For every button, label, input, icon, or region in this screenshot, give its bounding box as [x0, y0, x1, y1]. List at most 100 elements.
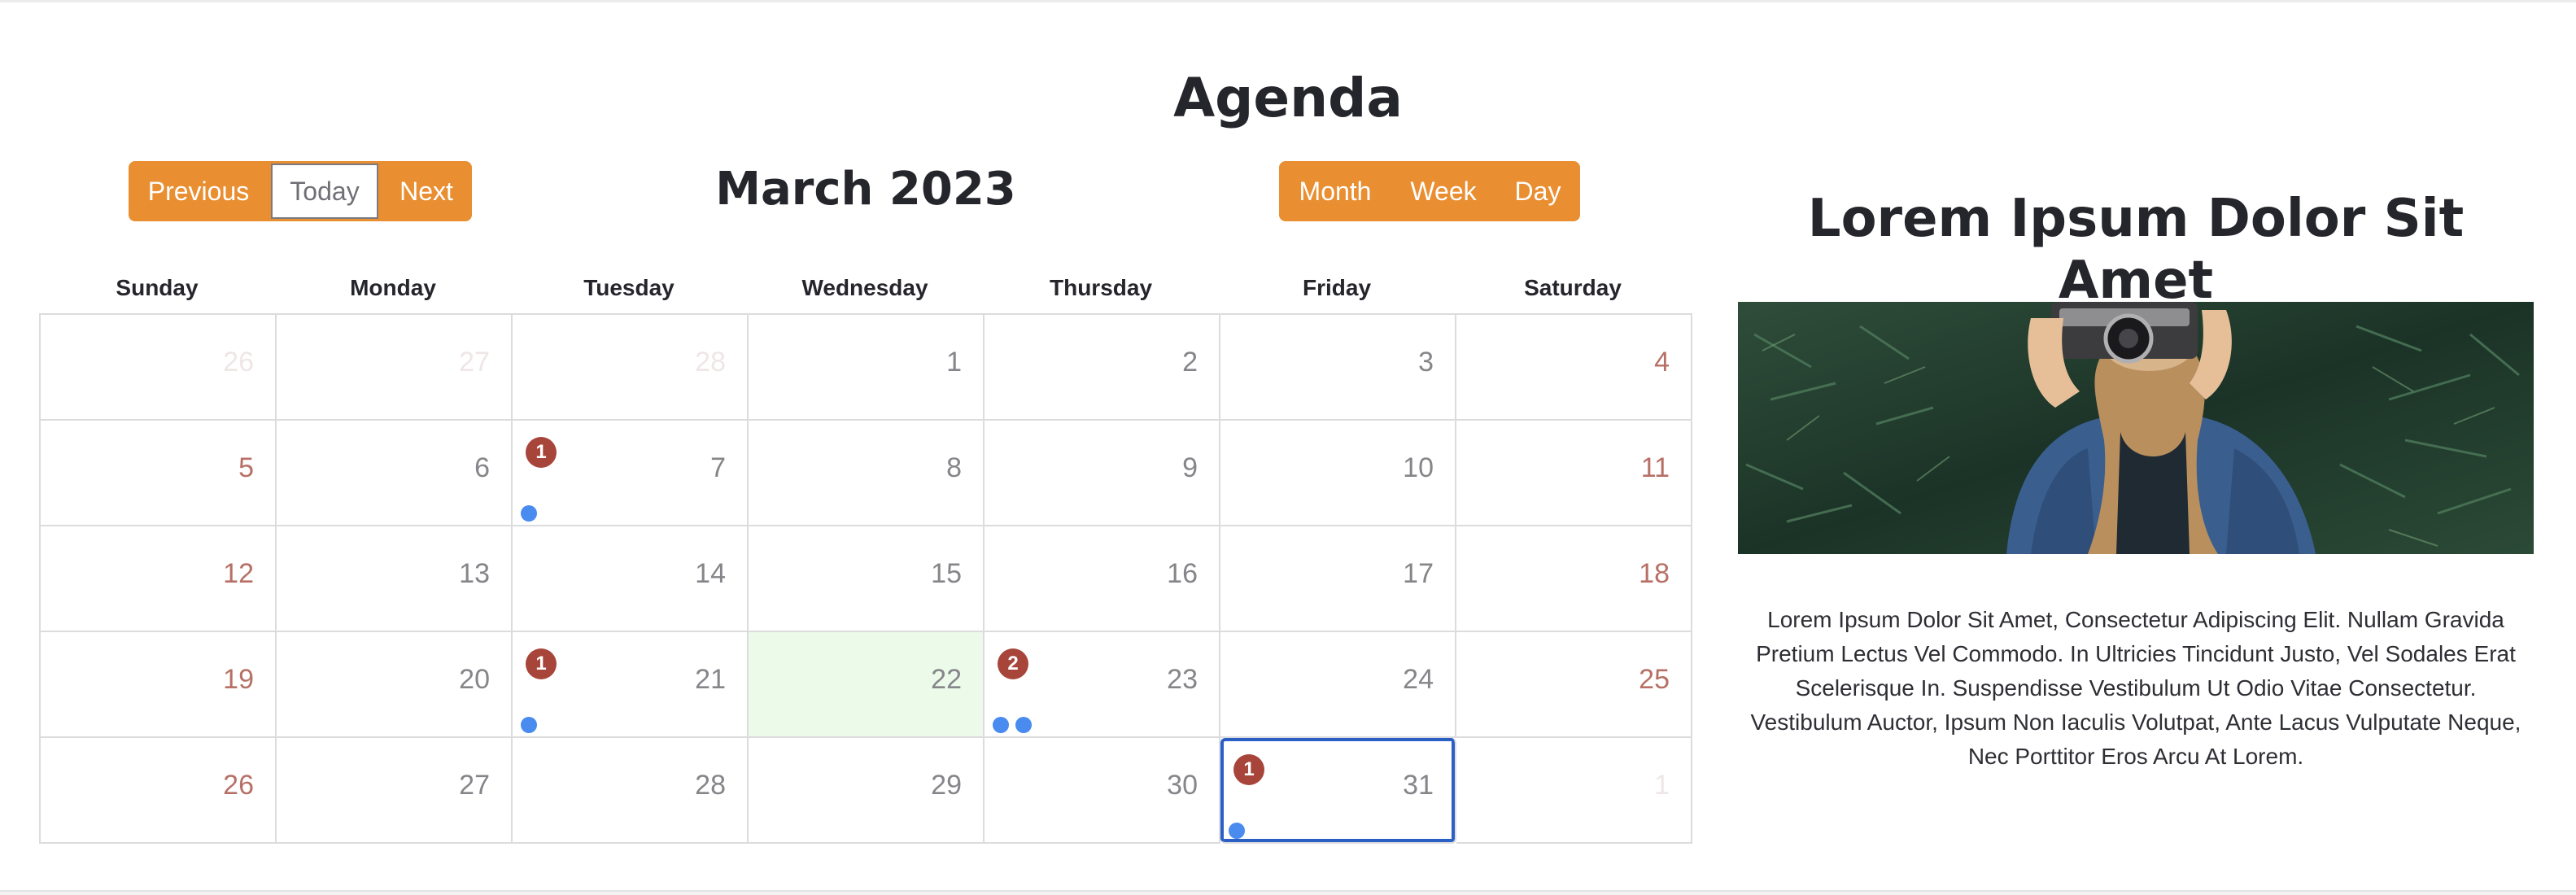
- month-title: March 2023: [715, 163, 1016, 216]
- day-number: 19: [223, 664, 254, 695]
- day-number: 6: [474, 452, 490, 483]
- day-number: 28: [695, 770, 726, 801]
- week-view-button[interactable]: Week: [1391, 161, 1495, 221]
- day-number: 18: [1639, 558, 1670, 589]
- event-count-badge[interactable]: 1: [526, 437, 557, 468]
- weekday-header-sunday: Sunday: [116, 275, 199, 300]
- day-cell[interactable]: 71: [513, 421, 749, 526]
- photo-illustration: [1738, 302, 2534, 554]
- day-cell[interactable]: 8: [749, 421, 985, 526]
- day-cell[interactable]: 23 2: [985, 632, 1220, 738]
- day-cell[interactable]: 26: [41, 738, 277, 844]
- weekday-header-saturday: Saturday: [1524, 275, 1622, 300]
- day-cell[interactable]: 18: [1456, 526, 1692, 632]
- day-cell[interactable]: 11: [1456, 421, 1692, 526]
- day-view-button[interactable]: Day: [1495, 161, 1580, 221]
- next-button[interactable]: Next: [381, 161, 472, 221]
- day-cell[interactable]: 27: [277, 738, 513, 844]
- page-title: Agenda: [0, 66, 2576, 131]
- day-number: 8: [946, 452, 962, 483]
- event-count-badge[interactable]: 1: [526, 648, 557, 679]
- event-dot[interactable]: [521, 505, 537, 522]
- event-dots: [521, 717, 537, 733]
- weekday-header-thursday: Thursday: [1049, 275, 1153, 300]
- day-number: 1: [946, 347, 962, 378]
- month-view-button[interactable]: Month: [1279, 161, 1391, 221]
- day-number: 14: [695, 558, 726, 589]
- navigation-button-group: Previous Today Next: [129, 161, 472, 221]
- day-cell[interactable]: 9: [985, 421, 1220, 526]
- day-cell[interactable]: 13: [277, 526, 513, 632]
- event-count-badge[interactable]: 1: [1233, 754, 1264, 785]
- day-number: 20: [459, 664, 490, 695]
- day-number: 10: [1403, 452, 1434, 483]
- event-dots: [521, 505, 537, 522]
- sidebar-title: Lorem Ipsum Dolor Sit Amet: [1807, 189, 2465, 311]
- day-number: 22: [931, 664, 962, 695]
- day-cell[interactable]: 4: [1456, 315, 1692, 421]
- day-cell[interactable]: 3: [1220, 315, 1456, 421]
- day-number: 21: [695, 664, 726, 695]
- day-number: 29: [931, 770, 962, 801]
- page-frame: Agenda Previous Today Next March 2023 Mo…: [0, 0, 2576, 892]
- day-cell[interactable]: 22: [749, 632, 985, 738]
- weekday-header-monday: Monday: [350, 275, 436, 300]
- day-cell[interactable]: 29: [749, 738, 985, 844]
- day-number: 1: [1654, 770, 1670, 801]
- day-number: 5: [238, 452, 254, 483]
- sidebar-paragraph: Lorem Ipsum Dolor Sit Amet, Consectetur …: [1750, 607, 2521, 769]
- day-cell[interactable]: 6: [277, 421, 513, 526]
- day-cell[interactable]: 25: [1456, 632, 1692, 738]
- day-cell[interactable]: 14: [513, 526, 749, 632]
- day-cell[interactable]: 19: [41, 632, 277, 738]
- day-cell[interactable]: 2: [985, 315, 1220, 421]
- event-dot[interactable]: [1015, 717, 1032, 733]
- event-dots: [1229, 823, 1245, 839]
- day-number: 26: [223, 347, 254, 378]
- weekday-header-friday: Friday: [1302, 275, 1372, 300]
- day-cell[interactable]: 16: [985, 526, 1220, 632]
- day-cell[interactable]: 28: [513, 315, 749, 421]
- day-cell[interactable]: 17: [1220, 526, 1456, 632]
- day-cell[interactable]: 30: [985, 738, 1220, 844]
- day-cell[interactable]: 10: [1220, 421, 1456, 526]
- day-number: 24: [1403, 664, 1434, 695]
- day-number: 11: [1640, 452, 1670, 483]
- day-cell[interactable]: 27: [277, 315, 513, 421]
- weekday-header-row: Sunday Monday Tuesday Wednesday Thursday Frid…: [39, 271, 1692, 305]
- day-number: 16: [1167, 558, 1198, 589]
- day-number: 30: [1167, 770, 1198, 801]
- day-number: 12: [223, 558, 254, 589]
- day-number: 31: [1403, 770, 1434, 801]
- day-cell[interactable]: 1: [1456, 738, 1692, 844]
- today-button[interactable]: Today: [269, 161, 381, 221]
- day-cell[interactable]: 12: [41, 526, 277, 632]
- event-dot[interactable]: [993, 717, 1009, 733]
- day-number: 17: [1403, 558, 1434, 589]
- day-cell[interactable]: 24: [1220, 632, 1456, 738]
- day-cell[interactable]: 26: [41, 315, 277, 421]
- event-dot[interactable]: [521, 717, 537, 733]
- weekday-header-tuesday: Tuesday: [583, 275, 675, 300]
- day-number: 27: [459, 347, 490, 378]
- day-cell[interactable]: 20: [277, 632, 513, 738]
- event-dot[interactable]: [1229, 823, 1245, 839]
- day-cell[interactable]: 1: [749, 315, 985, 421]
- day-cell[interactable]: 31 1: [1220, 738, 1456, 844]
- day-number: 26: [223, 770, 254, 801]
- day-number: 9: [1182, 452, 1198, 483]
- day-number: 27: [459, 770, 490, 801]
- page-title-text: Agenda: [1173, 67, 1403, 129]
- day-cell[interactable]: 28: [513, 738, 749, 844]
- day-number: 13: [459, 558, 490, 589]
- day-number: 7: [710, 452, 726, 483]
- day-cell[interactable]: 15: [749, 526, 985, 632]
- event-count-badge[interactable]: 2: [998, 648, 1028, 679]
- day-cell[interactable]: 21 1: [513, 632, 749, 738]
- day-number: 2: [1182, 347, 1198, 378]
- day-cell[interactable]: 5: [41, 421, 277, 526]
- day-number: 28: [695, 347, 726, 378]
- day-number: 3: [1418, 347, 1434, 378]
- weekday-header-wednesday: Wednesday: [801, 275, 928, 300]
- previous-button[interactable]: Previous: [129, 161, 269, 221]
